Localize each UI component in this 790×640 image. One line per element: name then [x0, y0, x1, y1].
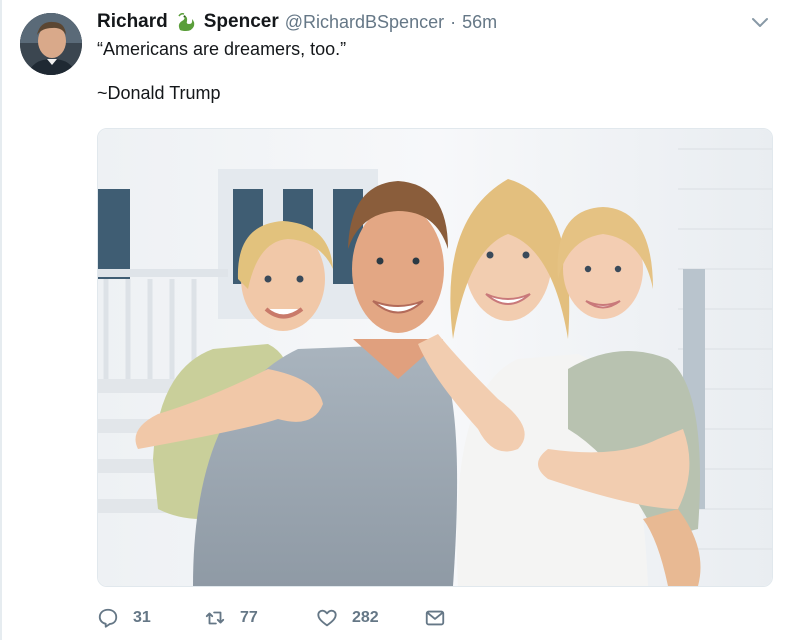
- like-count: 282: [352, 609, 379, 626]
- like-button[interactable]: 282: [316, 607, 424, 629]
- tweet-media-photo[interactable]: [97, 128, 773, 587]
- tweet-page: Richard Spencer @RichardBSpencer · 56m “…: [0, 0, 790, 640]
- author-handle[interactable]: @RichardBSpencer: [285, 12, 444, 33]
- tweet-text-line-quote: “Americans are dreamers, too.”: [97, 39, 347, 59]
- separator-dot: ·: [450, 11, 457, 32]
- retweet-count: 77: [240, 609, 258, 626]
- direct-message-button[interactable]: [424, 607, 454, 629]
- avatar[interactable]: [20, 13, 82, 75]
- reply-count: 31: [133, 609, 151, 626]
- timeline-divider: [0, 0, 2, 640]
- avatar-photo: [20, 13, 82, 75]
- tweet-header: Richard Spencer @RichardBSpencer · 56m: [97, 10, 497, 34]
- tweet-text-line-attribution: ~Donald Trump: [97, 83, 221, 103]
- tweet-text: “Americans are dreamers, too.” ~Donald T…: [97, 38, 757, 104]
- author-last-name[interactable]: Spencer: [204, 11, 279, 33]
- dragon-emoji-icon: [174, 10, 198, 34]
- retweet-icon: [205, 611, 225, 625]
- author-first-name[interactable]: Richard: [97, 11, 168, 33]
- retweet-button[interactable]: 77: [204, 607, 316, 629]
- tweet-timestamp[interactable]: 56m: [462, 12, 497, 33]
- tweet-text-line-blank: [97, 60, 757, 82]
- more-options-chevron-down-icon[interactable]: [750, 12, 770, 32]
- envelope-icon: [425, 610, 445, 626]
- reply-icon: [98, 608, 118, 628]
- reply-button[interactable]: 31: [97, 607, 204, 629]
- heart-icon: [317, 609, 337, 627]
- tweet-actions-bar: 31 77 282: [97, 604, 454, 632]
- photo-of-smiling-family-icon: [98, 129, 772, 586]
